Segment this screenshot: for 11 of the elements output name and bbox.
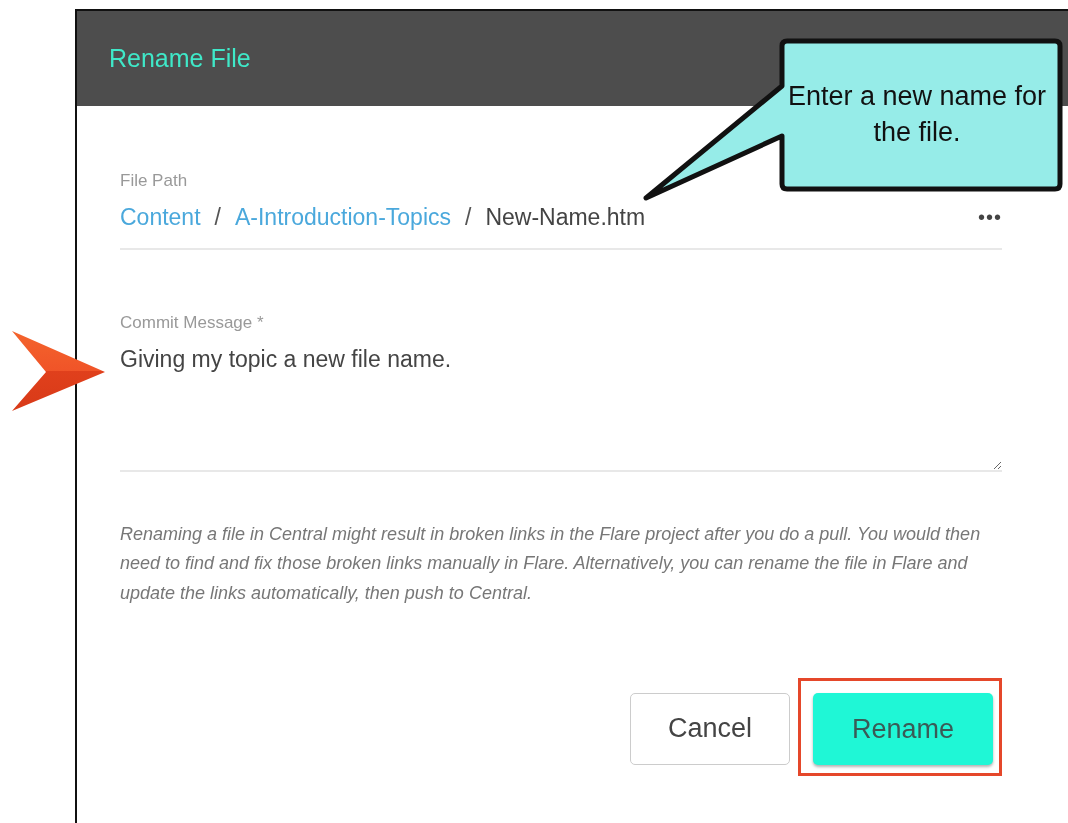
rename-button[interactable]: Rename — [813, 693, 993, 765]
cancel-button[interactable]: Cancel — [630, 692, 790, 765]
breadcrumb-separator: / — [465, 203, 472, 230]
file-name: New-Name.htm — [485, 203, 646, 230]
dialog-title: Rename File — [109, 42, 251, 74]
breadcrumb-separator: / — [214, 203, 221, 230]
callout-text: Enter a new name for the file. — [786, 80, 1048, 149]
warning-note: Renaming a file in Central might result in broken links in the Flare project after you do a pull. You would then need to find and fix those broken links manually in Flare. Alternatively, you can rename the file in Flare and update the links automatically, then push to Central. — [120, 522, 982, 605]
more-button[interactable]: ••• — [978, 201, 1002, 232]
field-label: Commit Message * — [120, 312, 265, 334]
field-label: File Path — [120, 170, 189, 192]
